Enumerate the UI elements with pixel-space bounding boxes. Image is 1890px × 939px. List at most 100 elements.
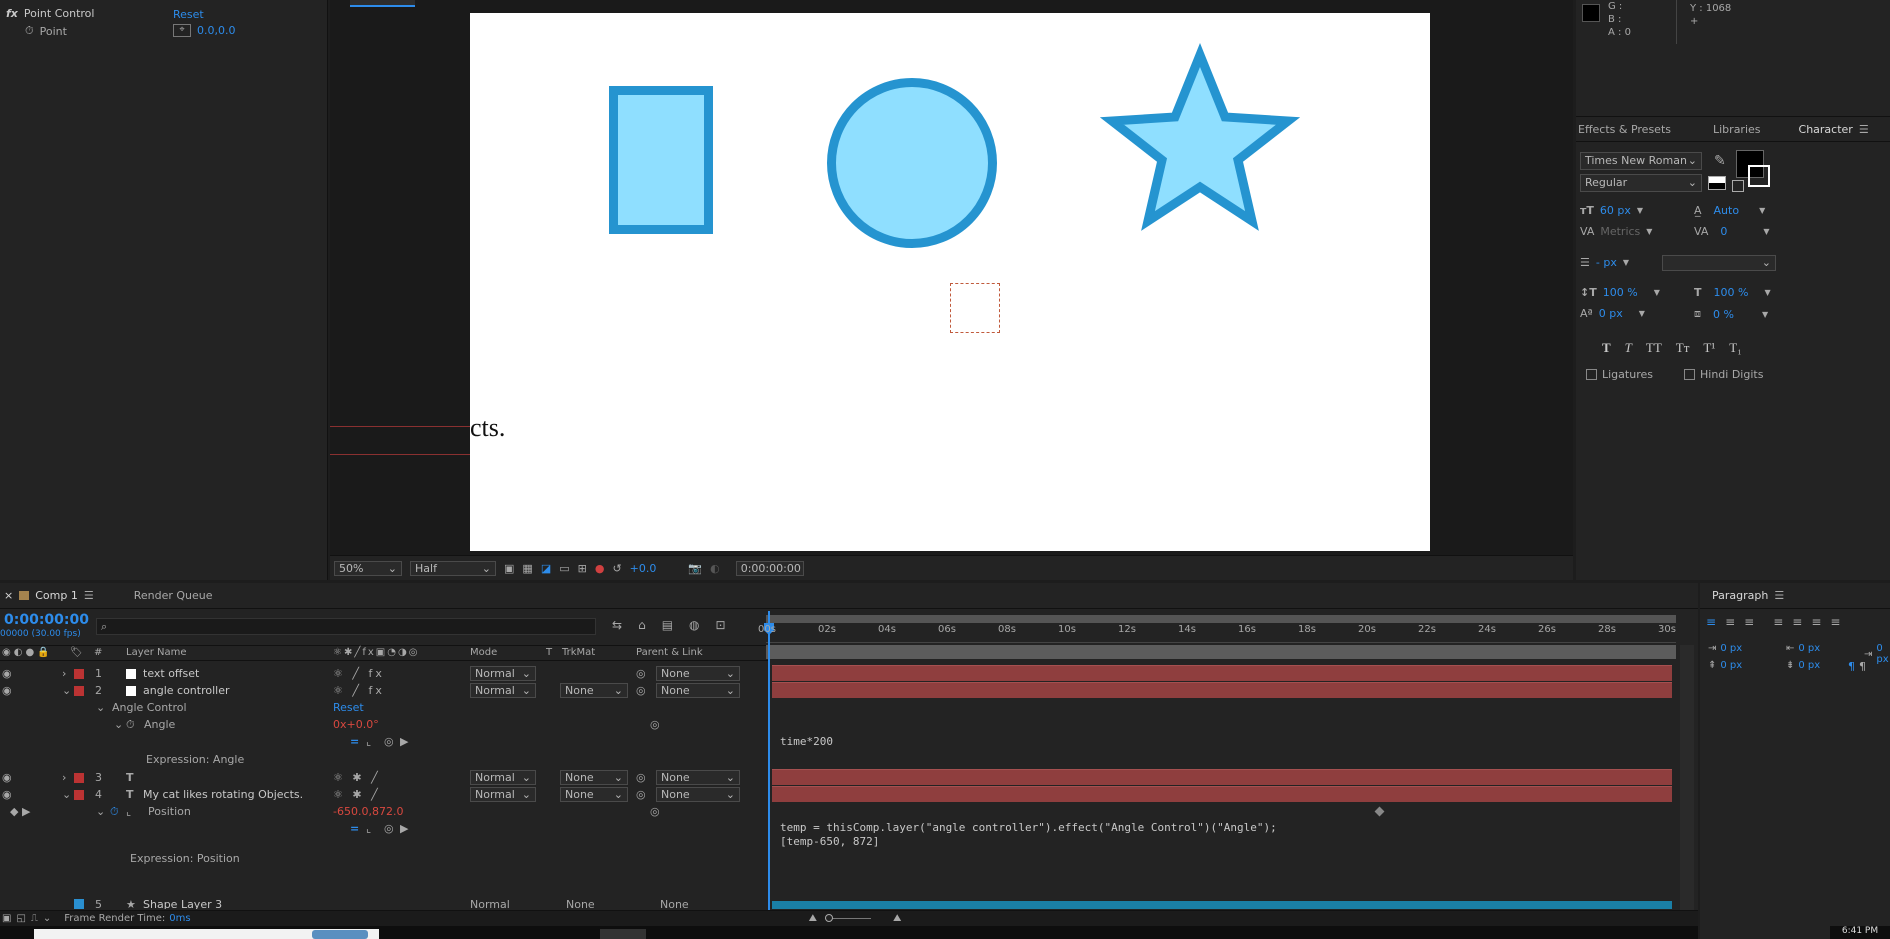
layer-bar-4[interactable]: [772, 786, 1672, 802]
stopwatch-icon[interactable]: ⏱: [25, 24, 34, 38]
layer-name[interactable]: Shape Layer 3: [143, 899, 222, 909]
parent-dropdown[interactable]: None ⌄: [656, 666, 740, 681]
font-size-value[interactable]: 60 px: [1600, 204, 1631, 217]
justify-last-right-icon[interactable]: ≡: [1811, 615, 1821, 629]
stopwatch-icon[interactable]: ⏱: [110, 805, 119, 819]
collapse-arrow-icon[interactable]: ⌄: [62, 684, 71, 697]
layer-row-2[interactable]: ◉ ⌄ 2 angle controller ⚛ ╱ fx Normal ⌄ No…: [0, 682, 770, 699]
indent-right-value[interactable]: 0 px: [1798, 643, 1820, 654]
layer-bar-1[interactable]: [772, 665, 1672, 681]
all-caps-button[interactable]: TT: [1646, 340, 1662, 356]
pick-whip-icon[interactable]: ◎: [636, 684, 646, 697]
chevron-down-icon[interactable]: ▼: [1639, 309, 1645, 318]
angle-property-row[interactable]: ⌄ ⏱ Angle 0x+0.0° ◎: [0, 716, 770, 733]
star-shape[interactable]: [1100, 43, 1300, 233]
label-color-swatch[interactable]: [74, 899, 84, 909]
point-control-row[interactable]: fx Point Control: [6, 7, 94, 20]
layer-name[interactable]: My cat likes rotating Objects.: [143, 788, 303, 801]
justify-all-icon[interactable]: ≡: [1830, 615, 1840, 629]
swap-fill-stroke-icon[interactable]: [1708, 176, 1726, 190]
canvas-text-layer[interactable]: cts.: [470, 413, 505, 443]
composition-navigator-icon[interactable]: ⇆: [612, 618, 622, 632]
collapse-arrow-icon[interactable]: ⌄: [96, 805, 105, 818]
pick-whip-icon[interactable]: ◎: [650, 718, 660, 731]
timeline-scrollbar[interactable]: [1680, 645, 1694, 935]
pick-whip-icon[interactable]: ◎: [636, 788, 646, 801]
point-value-field[interactable]: ⌖ 0.0,0.0: [173, 24, 235, 37]
tab-render-queue[interactable]: Render Queue: [122, 583, 225, 609]
panel-menu-icon[interactable]: ☰: [1859, 123, 1869, 136]
layer-row-1[interactable]: ◉ › 1 text offset ⚛ ╱ fx Normal ⌄ ◎ None ⌄: [0, 665, 770, 682]
pick-whip-icon[interactable]: ◎: [384, 735, 394, 748]
superscript-button[interactable]: T¹: [1703, 340, 1715, 356]
tracking-value[interactable]: 0: [1720, 225, 1727, 238]
parent-dropdown[interactable]: None ⌄: [656, 683, 740, 698]
expression-enable-icon[interactable]: =: [350, 735, 359, 748]
space-before-value[interactable]: 0 px: [1720, 660, 1742, 671]
tab-effects-presets[interactable]: Effects & Presets: [1576, 116, 1683, 142]
channel-icon[interactable]: ⊞: [578, 562, 587, 575]
faux-bold-button[interactable]: T: [1602, 340, 1611, 356]
visibility-eye-icon[interactable]: ◉: [2, 684, 12, 697]
keyframe-marker[interactable]: [1374, 806, 1385, 817]
expression-language-menu-icon[interactable]: ▶: [400, 735, 408, 748]
space-after-value[interactable]: 0 px: [1798, 660, 1820, 671]
point-control-reset-button[interactable]: Reset: [173, 8, 204, 21]
crosshair-icon[interactable]: ⌖: [173, 24, 191, 37]
layer-search-input[interactable]: ⌕: [96, 618, 596, 635]
trkmat-value[interactable]: None: [566, 899, 595, 909]
visibility-eye-icon[interactable]: ◉: [2, 788, 12, 801]
baseline-shift-value[interactable]: 0 px: [1599, 307, 1623, 320]
stroke-width-value[interactable]: - px: [1596, 256, 1617, 269]
ligatures-checkbox[interactable]: [1586, 369, 1597, 380]
status-icons[interactable]: ▣◱⎍⌄: [2, 913, 56, 924]
position-value[interactable]: -650.0,872.0: [333, 805, 403, 818]
pick-whip-icon[interactable]: ◎: [650, 805, 660, 818]
tab-paragraph[interactable]: Paragraph ☰: [1700, 583, 1796, 609]
color-management-icon[interactable]: ●: [595, 562, 605, 575]
trkmat-dropdown[interactable]: None ⌄: [560, 683, 628, 698]
zoom-out-icon[interactable]: ⛰: [809, 913, 817, 924]
zoom-in-icon[interactable]: ⛰: [893, 913, 901, 924]
vertical-scale-value[interactable]: 100 %: [1603, 286, 1638, 299]
shy-layers-icon[interactable]: ⌂: [638, 618, 646, 632]
blend-mode-dropdown[interactable]: Normal ⌄: [470, 683, 536, 698]
chevron-down-icon[interactable]: ▼: [1763, 227, 1769, 236]
expression-enable-icon[interactable]: =: [350, 822, 359, 835]
subscript-button[interactable]: T₁: [1729, 340, 1741, 356]
no-fill-icon[interactable]: [1732, 180, 1744, 192]
guides-icon[interactable]: ▭: [559, 562, 569, 575]
transparency-grid-icon[interactable]: ▦: [522, 562, 532, 575]
chevron-down-icon[interactable]: ▼: [1637, 206, 1643, 215]
parent-value[interactable]: None: [660, 899, 689, 909]
time-navigator[interactable]: [766, 645, 1676, 659]
panel-menu-icon[interactable]: ☰: [84, 589, 94, 602]
leading-value[interactable]: Auto: [1714, 204, 1740, 217]
first-line-value[interactable]: 0 px: [1876, 643, 1890, 665]
shape-layer-bounding-box[interactable]: [950, 283, 1000, 333]
reset-exposure-icon[interactable]: ↺: [612, 562, 621, 575]
current-timecode[interactable]: 0:00:00:00: [4, 612, 89, 628]
font-style-dropdown[interactable]: Regular ⌄: [1580, 174, 1702, 192]
layer-switches[interactable]: ⚛ ✱ ╱: [333, 788, 381, 801]
graph-icon[interactable]: ⌞: [366, 822, 371, 835]
label-color-swatch[interactable]: [74, 685, 84, 696]
keyframe-nav-icon[interactable]: ◆ ▶: [10, 805, 30, 818]
layer-bar-3[interactable]: [772, 769, 1672, 785]
ltr-direction-icon[interactable]: ¶: [1848, 660, 1855, 673]
stroke-color-swatch[interactable]: [1748, 165, 1770, 187]
justify-last-center-icon[interactable]: ≡: [1792, 615, 1802, 629]
rectangle-shape[interactable]: [609, 86, 713, 234]
angle-control-effect-row[interactable]: ⌄ Angle Control Reset: [0, 699, 770, 716]
layer-row-5[interactable]: 5 ★ Shape Layer 3 Normal None None: [0, 899, 770, 909]
angle-control-reset-button[interactable]: Reset: [333, 701, 364, 714]
circle-shape[interactable]: [827, 78, 997, 248]
parent-dropdown[interactable]: None ⌄: [656, 787, 740, 802]
align-center-icon[interactable]: ≡: [1725, 615, 1735, 629]
layer-switches[interactable]: ⚛ ╱ fx: [333, 667, 385, 680]
close-icon[interactable]: ×: [4, 589, 13, 602]
taskbar-app-button[interactable]: [600, 929, 646, 939]
trkmat-dropdown[interactable]: None ⌄: [560, 787, 628, 802]
kerning-value[interactable]: Metrics: [1600, 225, 1640, 238]
trkmat-dropdown[interactable]: None ⌄: [560, 770, 628, 785]
